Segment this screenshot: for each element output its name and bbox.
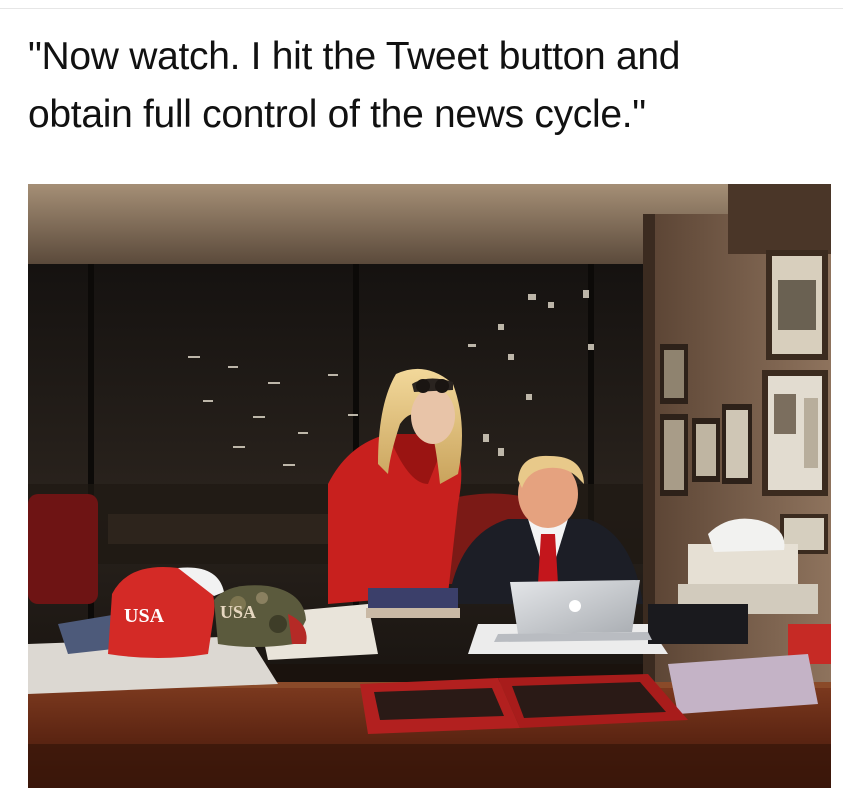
- red-usa-cap: USA: [108, 567, 224, 658]
- meme-photo: USA USA: [28, 184, 831, 788]
- top-divider: [0, 8, 843, 9]
- caption-line-2: obtain full control of the news cycle.": [28, 93, 646, 136]
- red-armchair: [28, 494, 98, 604]
- caption-line-1: "Now watch. I hit the Tweet button and: [28, 35, 681, 78]
- cap-red-text: USA: [124, 605, 165, 627]
- apple-logo-icon: [569, 600, 581, 612]
- office-scene: USA USA: [28, 184, 831, 788]
- meme-caption: "Now watch. I hit the Tweet button and o…: [28, 28, 818, 144]
- cap-camo-text: USA: [220, 602, 256, 622]
